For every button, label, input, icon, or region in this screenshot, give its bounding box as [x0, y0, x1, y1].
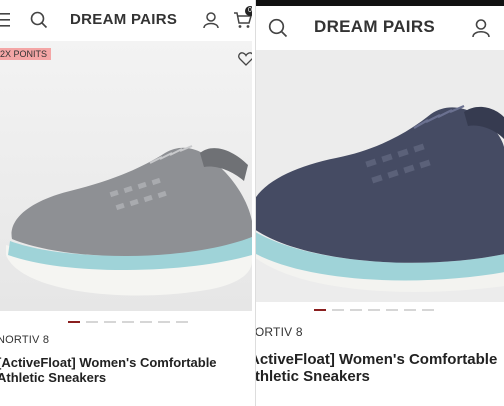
carousel-dot[interactable]: [368, 309, 380, 311]
site-header: DREAM PAIRS 0: [0, 0, 252, 40]
product-title[interactable]: [ActiveFloat] Women's Comfortable Athlet…: [255, 351, 498, 386]
product-title-line1: [ActiveFloat] Women's Comfortable: [0, 355, 217, 370]
product-title[interactable]: [ActiveFloat] Women's Comfortable Athlet…: [0, 355, 217, 386]
product-view-right: DREAM PAIRS ORTIV 8 [ActiveFloat] Women'…: [255, 0, 504, 406]
carousel-dot[interactable]: [158, 321, 170, 323]
search-icon[interactable]: [268, 18, 288, 38]
site-header: DREAM PAIRS: [256, 6, 504, 50]
product-image[interactable]: 2X PONITS: [0, 41, 252, 311]
carousel-dot[interactable]: [86, 321, 98, 323]
product-image[interactable]: [256, 50, 504, 302]
carousel-dot[interactable]: [386, 309, 398, 311]
brand-logo[interactable]: DREAM PAIRS: [314, 17, 435, 37]
product-view-left: DREAM PAIRS 0 2X PONITS NORTIV 8 [Active…: [0, 0, 252, 406]
account-icon[interactable]: [202, 11, 220, 29]
carousel-dot[interactable]: [176, 321, 188, 323]
carousel-dot[interactable]: [350, 309, 362, 311]
cart-count-badge: 0: [245, 6, 252, 16]
sneaker-illustration: [256, 50, 504, 302]
account-icon[interactable]: [471, 18, 491, 38]
product-model: NORTIV 8: [0, 334, 50, 346]
wishlist-heart-icon[interactable]: [238, 52, 252, 66]
sneaker-illustration: [0, 41, 252, 311]
image-carousel-dots[interactable]: [68, 321, 188, 323]
image-carousel-dots[interactable]: [314, 309, 434, 311]
carousel-dot[interactable]: [332, 309, 344, 311]
carousel-dot[interactable]: [104, 321, 116, 323]
carousel-dot[interactable]: [68, 321, 80, 323]
carousel-dot[interactable]: [140, 321, 152, 323]
brand-logo[interactable]: DREAM PAIRS: [70, 11, 177, 28]
search-icon[interactable]: [30, 11, 48, 29]
product-title-line1: [ActiveFloat] Women's Comfortable: [255, 351, 498, 368]
product-model: NORTIV 8: [255, 325, 303, 339]
points-badge: 2X PONITS: [0, 48, 52, 60]
carousel-dot[interactable]: [122, 321, 134, 323]
product-model-text: NORTIV 8: [255, 325, 303, 339]
carousel-dot[interactable]: [314, 309, 326, 311]
product-title-line2: Athletic Sneakers: [0, 369, 107, 385]
product-title-line2: Athletic Sneakers: [255, 368, 370, 386]
carousel-dot[interactable]: [404, 309, 416, 311]
menu-icon[interactable]: [0, 12, 14, 28]
carousel-dot[interactable]: [422, 309, 434, 311]
